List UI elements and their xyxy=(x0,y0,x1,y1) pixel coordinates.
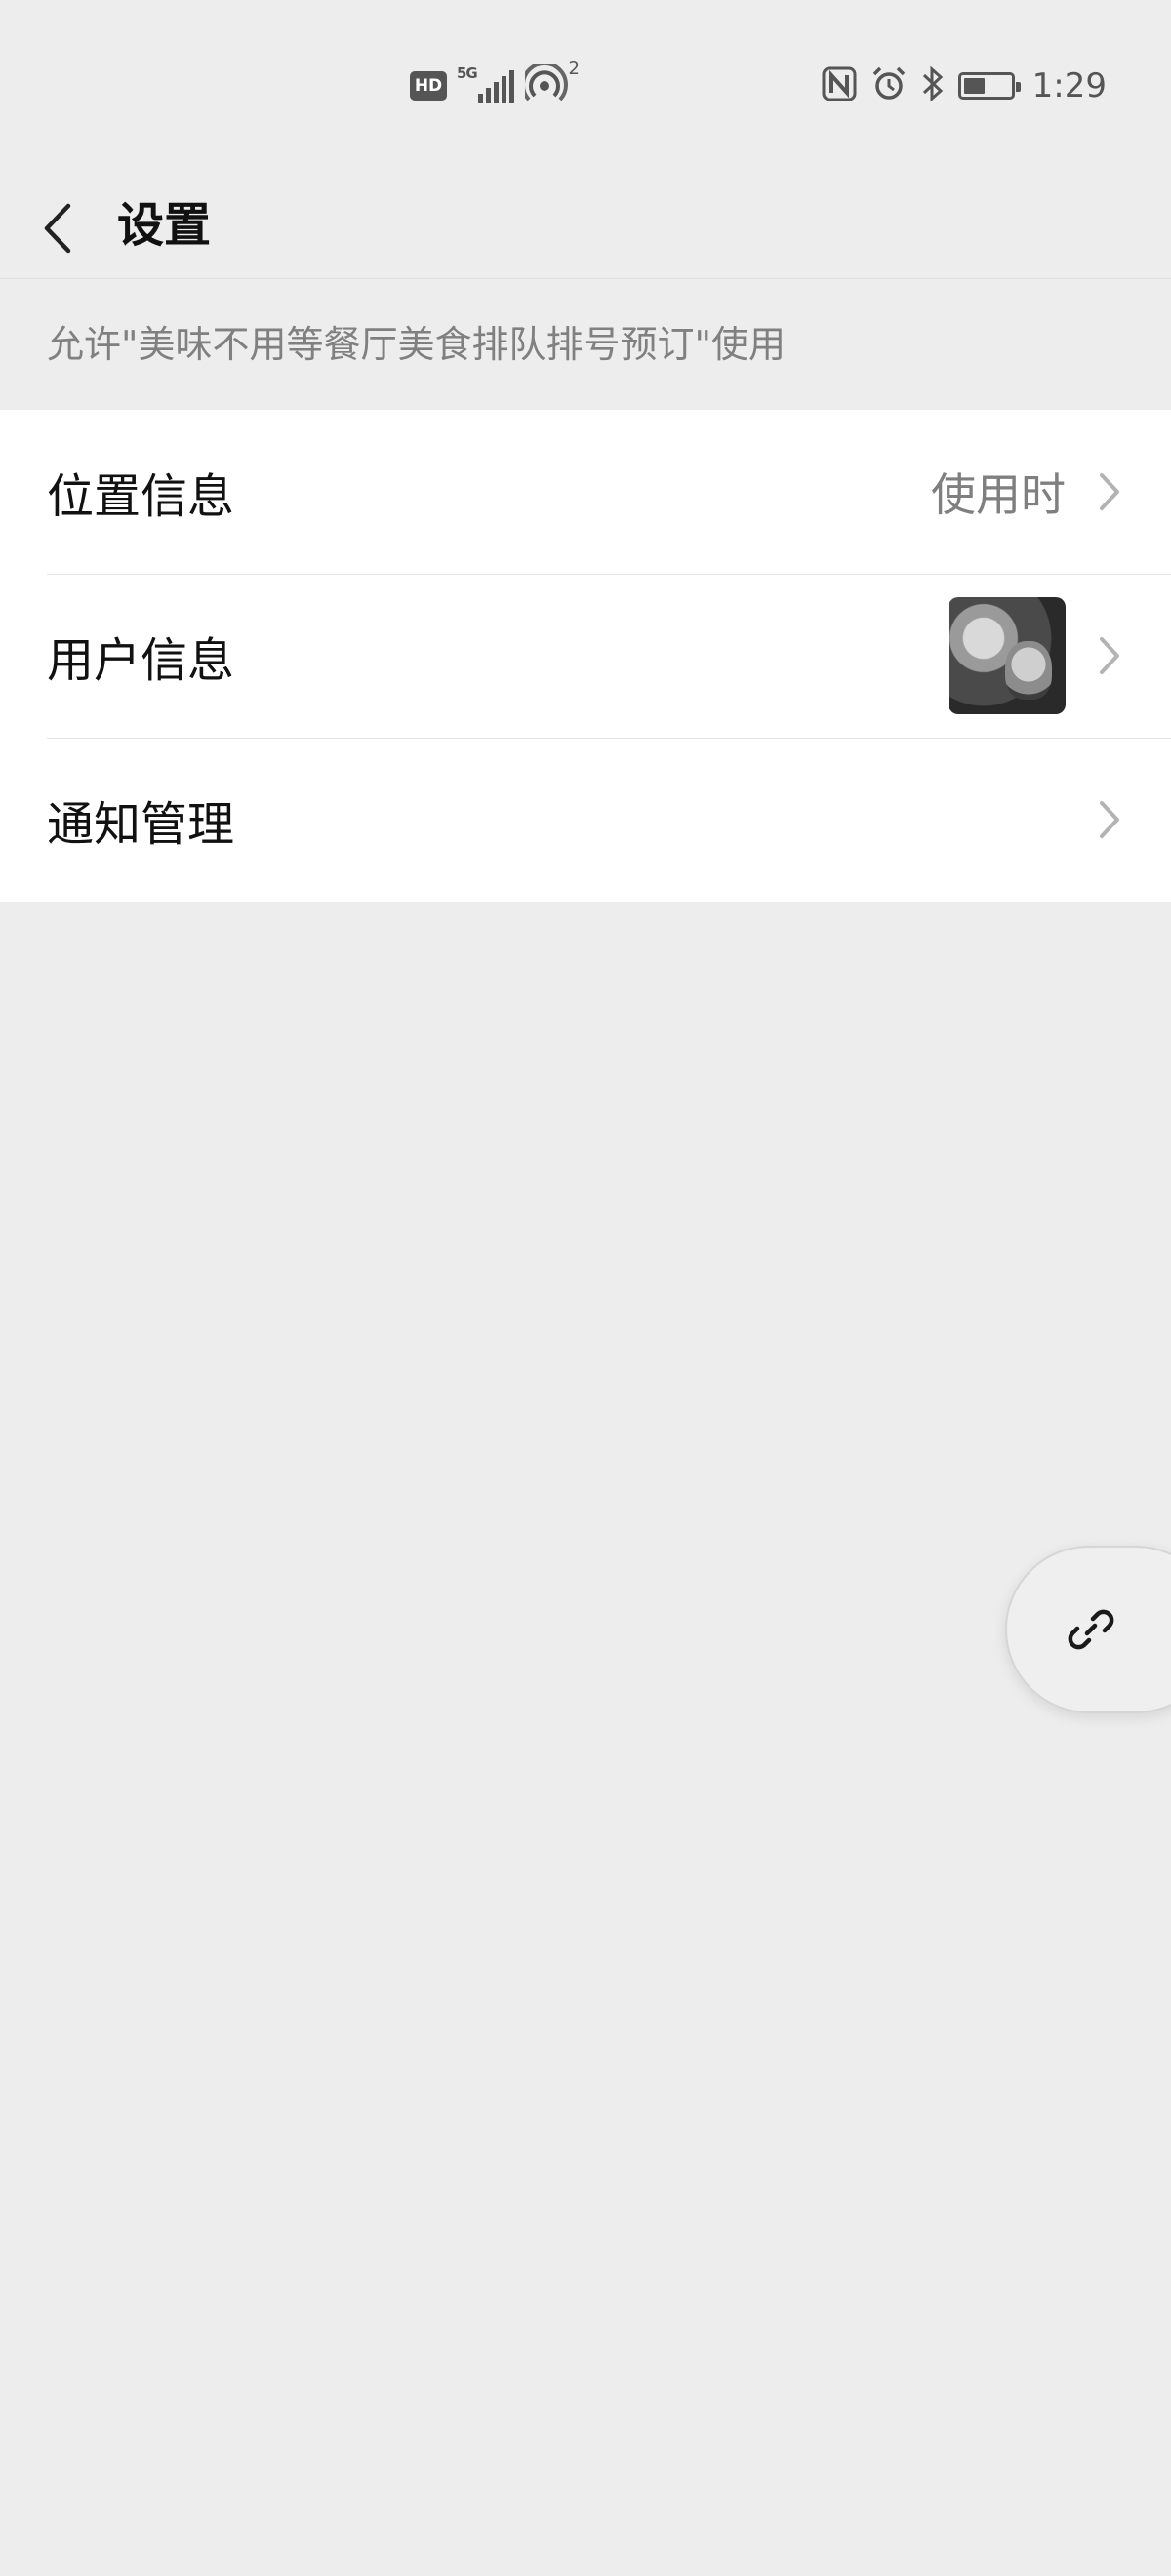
link-icon xyxy=(1068,1609,1114,1650)
settings-item-notifications[interactable]: 通知管理 xyxy=(0,738,1171,902)
settings-list: 位置信息 使用时 用户信息 通知管理 xyxy=(0,410,1171,902)
settings-item-location[interactable]: 位置信息 使用时 xyxy=(0,410,1171,574)
chevron-right-icon xyxy=(1095,634,1124,677)
battery-icon xyxy=(957,72,1021,100)
status-time: 1:29 xyxy=(1031,66,1107,105)
settings-item-user-info[interactable]: 用户信息 xyxy=(0,574,1171,738)
floating-link-button[interactable] xyxy=(1005,1546,1171,1713)
chevron-right-icon xyxy=(1095,798,1124,841)
bluetooth-icon xyxy=(921,65,945,106)
avatar xyxy=(949,597,1066,714)
hd-icon: HD xyxy=(410,71,447,101)
settings-item-label: 用户信息 xyxy=(47,633,235,688)
hotspot-icon: 2 xyxy=(521,59,580,107)
title-bar: 设置 xyxy=(0,172,1171,279)
chevron-left-icon xyxy=(44,203,71,254)
status-bar-system: 1:29 xyxy=(822,64,1107,107)
status-bar-network: HD 5G 2 xyxy=(410,59,580,107)
chevron-right-icon xyxy=(1095,470,1124,513)
page-title: 设置 xyxy=(117,198,212,253)
status-bar: HD 5G 2 1:29 xyxy=(0,0,1171,172)
back-button[interactable] xyxy=(33,201,82,256)
settings-item-value: 使用时 xyxy=(931,468,1066,521)
network-type-label: 5G xyxy=(457,64,478,82)
settings-item-label: 通知管理 xyxy=(47,797,235,852)
hotspot-count: 2 xyxy=(568,59,580,79)
permission-hint: 允许"美味不用等餐厅美食排队排号预订"使用 xyxy=(47,323,786,366)
signal-icon: 5G xyxy=(457,64,515,105)
alarm-icon xyxy=(870,65,908,106)
nfc-icon xyxy=(822,66,857,105)
settings-item-label: 位置信息 xyxy=(47,469,235,524)
